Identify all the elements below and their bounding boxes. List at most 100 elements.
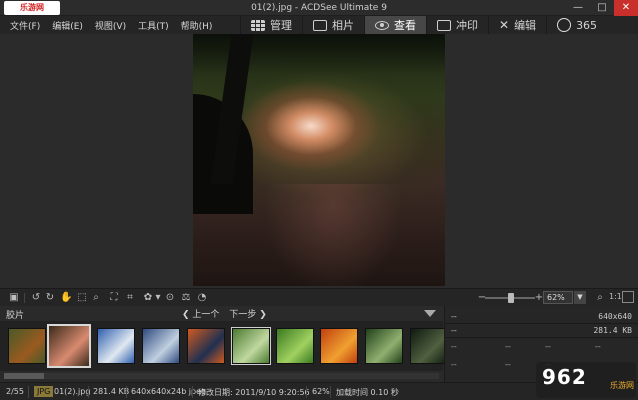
select-icon[interactable]: ⬚ bbox=[76, 292, 88, 304]
acdsee365-icon bbox=[557, 18, 572, 32]
fullscreen-icon[interactable]: ⛶ bbox=[108, 292, 120, 304]
tab-photos[interactable]: 相片 bbox=[302, 16, 364, 34]
image-viewer[interactable] bbox=[0, 34, 638, 288]
zoom-value[interactable]: 62% bbox=[543, 291, 573, 304]
status-format-badge: JPG bbox=[34, 386, 54, 397]
main-photo[interactable] bbox=[193, 34, 445, 286]
info-divider bbox=[445, 337, 638, 338]
actual-size-button[interactable]: 1:1 bbox=[609, 292, 622, 301]
minimize-button[interactable]: — bbox=[566, 0, 590, 16]
filmstrip-thumbnail[interactable] bbox=[320, 328, 358, 364]
status-filesize: 281.4 KB bbox=[93, 387, 130, 396]
rotate-left-icon[interactable]: ↺ bbox=[30, 292, 42, 304]
filmstrip-thumbnail[interactable] bbox=[231, 327, 271, 365]
eye-icon bbox=[375, 20, 389, 30]
filmstrip-thumbnail[interactable] bbox=[97, 328, 135, 364]
next-button[interactable]: 下一步 ❯ bbox=[229, 307, 266, 320]
info-cell: -- bbox=[595, 342, 601, 351]
status-zoom: 62% bbox=[312, 387, 330, 396]
tab-view[interactable]: 查看 bbox=[364, 16, 426, 34]
save-icon[interactable]: ▣ bbox=[8, 292, 20, 304]
tab-manage-label: 管理 bbox=[270, 19, 292, 32]
menu-edit[interactable]: 编辑(E) bbox=[52, 19, 83, 32]
window-title: 01(2).jpg - ACDSee Ultimate 9 bbox=[251, 3, 387, 13]
grid-icon bbox=[251, 19, 265, 31]
tab-manage[interactable]: 管理 bbox=[240, 16, 302, 34]
mode-tabs: 管理 相片 查看 冲印 ✕ 编辑 365 bbox=[240, 16, 607, 34]
info-row-1: -- bbox=[451, 312, 457, 321]
fit-screen-icon[interactable] bbox=[622, 291, 634, 303]
zoom-slider-handle[interactable] bbox=[508, 293, 514, 303]
filmstrip-thumbnail[interactable] bbox=[8, 328, 46, 364]
info-cell: -- bbox=[505, 342, 511, 351]
filmstrip-thumbnail[interactable] bbox=[276, 328, 314, 364]
zoom-search-icon[interactable]: ⌕ bbox=[594, 292, 606, 304]
tab-365-label: 365 bbox=[576, 18, 598, 32]
filmstrip-thumbnail[interactable] bbox=[47, 324, 91, 368]
photos-icon bbox=[313, 19, 327, 31]
chevron-down-icon[interactable]: ▾ bbox=[152, 292, 164, 304]
info-resolution: 640x640 bbox=[598, 312, 632, 321]
menu-help[interactable]: 帮助(H) bbox=[181, 19, 213, 32]
status-separator bbox=[306, 386, 307, 398]
info-divider bbox=[445, 323, 638, 324]
prev-button[interactable]: ❮ 上一个 bbox=[182, 307, 219, 320]
status-modified: 修改日期: 2011/9/10 9:20:56 bbox=[198, 388, 310, 397]
filmstrip bbox=[0, 321, 448, 371]
filmstrip-scrollbar[interactable] bbox=[4, 373, 439, 379]
watermark-text: 962 bbox=[542, 365, 587, 389]
status-separator bbox=[192, 386, 193, 398]
chevron-right-icon: ❯ bbox=[256, 310, 267, 320]
edit-icon: ✕ bbox=[499, 18, 510, 32]
collapse-icon[interactable] bbox=[424, 310, 436, 317]
watermark-subtext: 乐游网 bbox=[610, 381, 634, 390]
status-index: 2/55 bbox=[6, 387, 24, 396]
main-menu: 文件(F) 编辑(E) 视图(V) 工具(T) 帮助(H) bbox=[10, 16, 212, 34]
filmstrip-header: 胶片 ❮ 上一个 下一步 ❯ bbox=[0, 306, 443, 321]
toolbar-separator bbox=[24, 293, 25, 303]
tab-develop-label: 冲印 bbox=[456, 19, 478, 32]
filmstrip-thumbnail[interactable] bbox=[187, 328, 225, 364]
tab-edit[interactable]: ✕ 编辑 bbox=[488, 16, 546, 34]
info-filesize: 281.4 KB bbox=[593, 326, 632, 335]
tab-view-label: 查看 bbox=[394, 19, 416, 32]
acdsee-window: 乐游网 www.962.net 01(2).jpg - ACDSee Ultim… bbox=[0, 0, 638, 400]
adjust-icon[interactable]: ⚖ bbox=[180, 292, 192, 304]
window-controls: — □ ✕ bbox=[566, 0, 638, 16]
tab-365[interactable]: 365 bbox=[546, 16, 607, 34]
chevron-left-icon: ❮ bbox=[182, 310, 193, 320]
status-separator bbox=[126, 386, 127, 398]
histogram-icon[interactable]: ◔ bbox=[196, 292, 208, 304]
close-button[interactable]: ✕ bbox=[614, 0, 638, 16]
prev-label: 上一个 bbox=[192, 310, 220, 320]
watermark-logo: 962 乐游网 bbox=[536, 362, 636, 398]
filmstrip-label: 胶片 bbox=[6, 311, 25, 321]
develop-icon bbox=[437, 19, 451, 31]
next-label: 下一步 bbox=[229, 310, 257, 320]
maximize-button[interactable]: □ bbox=[590, 0, 614, 16]
menu-tools[interactable]: 工具(T) bbox=[138, 19, 169, 32]
zoom-dropdown[interactable]: ▼ bbox=[574, 291, 586, 304]
zoom-icon[interactable]: ⌕ bbox=[90, 292, 102, 304]
menu-file[interactable]: 文件(F) bbox=[10, 19, 40, 32]
play-icon[interactable]: ⊙ bbox=[164, 292, 176, 304]
filmstrip-scroll-thumb[interactable] bbox=[4, 373, 44, 379]
info-cell: -- bbox=[451, 342, 457, 351]
status-dimensions: 640x640x24b jpeg bbox=[131, 387, 207, 396]
hand-icon[interactable]: ✋ bbox=[60, 292, 72, 304]
filmstrip-thumbnail[interactable] bbox=[410, 328, 448, 364]
tab-develop[interactable]: 冲印 bbox=[426, 16, 488, 34]
info-row-2: -- bbox=[451, 326, 457, 335]
menu-view[interactable]: 视图(V) bbox=[95, 19, 126, 32]
menu-bar: 文件(F) 编辑(E) 视图(V) 工具(T) 帮助(H) 管理 相片 查看 冲… bbox=[0, 16, 638, 34]
filmstrip-thumbnail[interactable] bbox=[365, 328, 403, 364]
photo-path bbox=[263, 184, 403, 286]
viewer-toolbar: ▣ ↺ ↻ ✋ ⬚ ⌕ ⛶ ⌗ ✿ ▾ ⊙ ⚖ ◔ − + 62% ▼ ⌕ 1:… bbox=[0, 288, 638, 306]
tab-photos-label: 相片 bbox=[332, 19, 354, 32]
crop-icon[interactable]: ⌗ bbox=[124, 292, 136, 304]
filmstrip-nav: ❮ 上一个 下一步 ❯ bbox=[182, 307, 267, 320]
status-separator bbox=[330, 386, 331, 398]
status-filename: 01(2).jpg bbox=[54, 387, 91, 396]
rotate-right-icon[interactable]: ↻ bbox=[44, 292, 56, 304]
filmstrip-thumbnail[interactable] bbox=[142, 328, 180, 364]
